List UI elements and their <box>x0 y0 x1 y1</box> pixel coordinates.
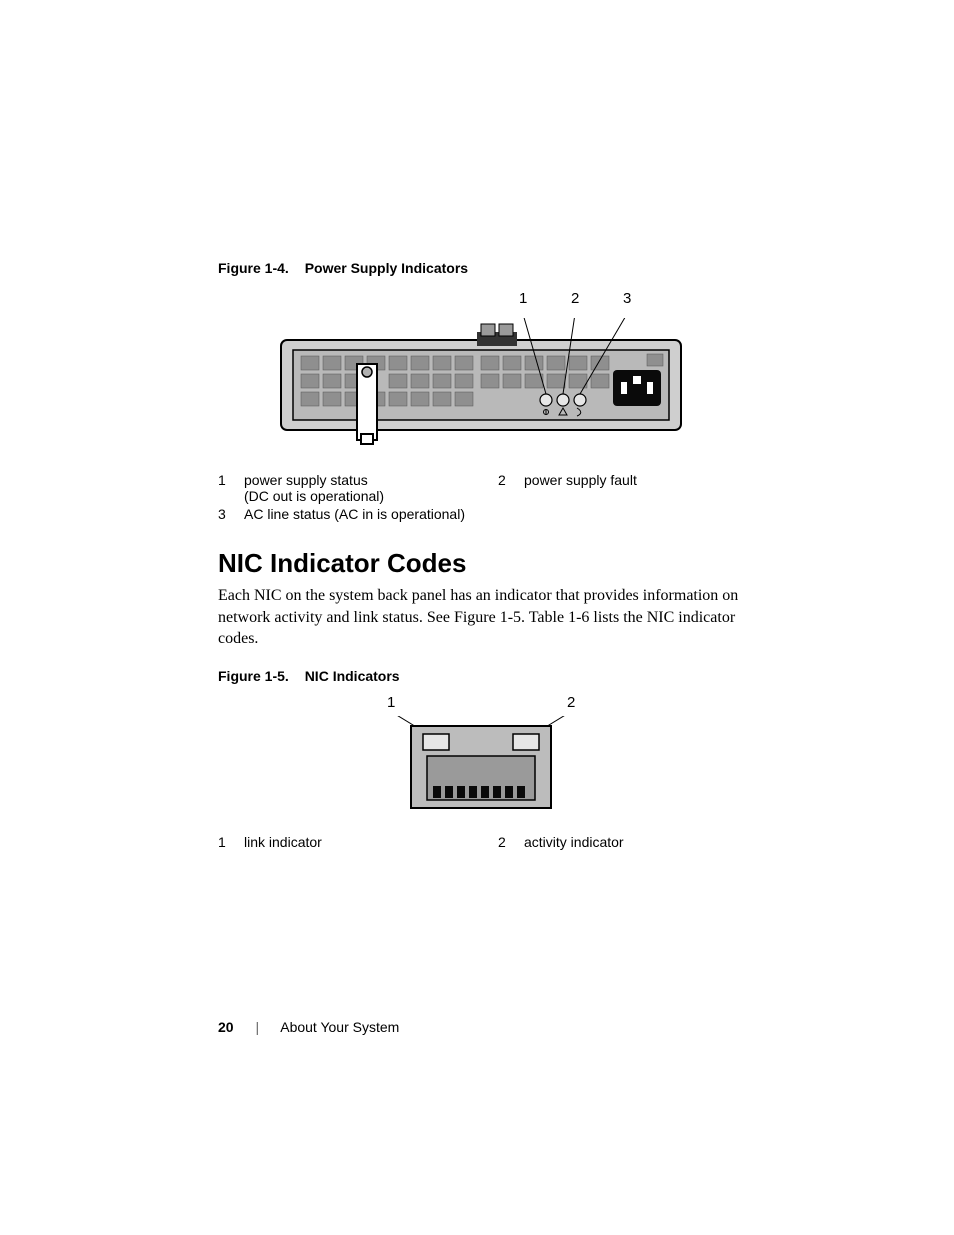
nic-legend-2-text: activity indicator <box>524 834 624 850</box>
footer-section: About Your System <box>280 1019 399 1035</box>
figure-1-4-legend: 1 power supply status (DC out is operati… <box>218 472 744 522</box>
legend-1-text-a: power supply status <box>244 472 384 488</box>
figure-1-4-callout-3: 3 <box>623 290 631 307</box>
footer-separator: | <box>255 1019 259 1035</box>
figure-1-4-callout-1: 1 <box>519 290 527 307</box>
nic-legend-1-num: 1 <box>218 834 244 850</box>
legend-3-text: AC line status (AC in is operational) <box>244 506 465 522</box>
figure-1-5-label: Figure 1-5. <box>218 668 289 684</box>
legend-1-num: 1 <box>218 472 244 504</box>
figure-1-4-callout-2: 2 <box>571 290 579 307</box>
nic-port-svg <box>381 716 581 816</box>
section-heading-nic: NIC Indicator Codes <box>218 548 744 579</box>
legend-3-num: 3 <box>218 506 244 522</box>
figure-1-4-label: Figure 1-4. <box>218 260 289 276</box>
legend-2-text: power supply fault <box>524 472 637 504</box>
figure-1-5-title: NIC Indicators <box>305 668 400 684</box>
page-number: 20 <box>218 1019 234 1035</box>
figure-1-4-caption: Figure 1-4. Power Supply Indicators <box>218 260 744 276</box>
figure-1-5-callout-1: 1 <box>387 694 395 711</box>
nic-legend-1-text: link indicator <box>244 834 322 850</box>
section-body-nic: Each NIC on the system back panel has an… <box>218 585 744 650</box>
page-footer: 20 | About Your System <box>218 1019 399 1035</box>
figure-1-4-graphic: 1 2 3 <box>271 290 691 448</box>
figure-1-5-legend: 1 link indicator 2 activity indicator <box>218 834 744 850</box>
figure-1-4-title: Power Supply Indicators <box>305 260 468 276</box>
figure-1-5-caption: Figure 1-5. NIC Indicators <box>218 668 744 684</box>
legend-1-text-b: (DC out is operational) <box>244 488 384 504</box>
figure-1-5-callout-2: 2 <box>567 694 575 711</box>
figure-1-5-graphic: 1 2 <box>381 694 581 816</box>
power-supply-svg <box>271 318 691 448</box>
nic-legend-2-num: 2 <box>498 834 524 850</box>
legend-2-num: 2 <box>498 472 524 504</box>
